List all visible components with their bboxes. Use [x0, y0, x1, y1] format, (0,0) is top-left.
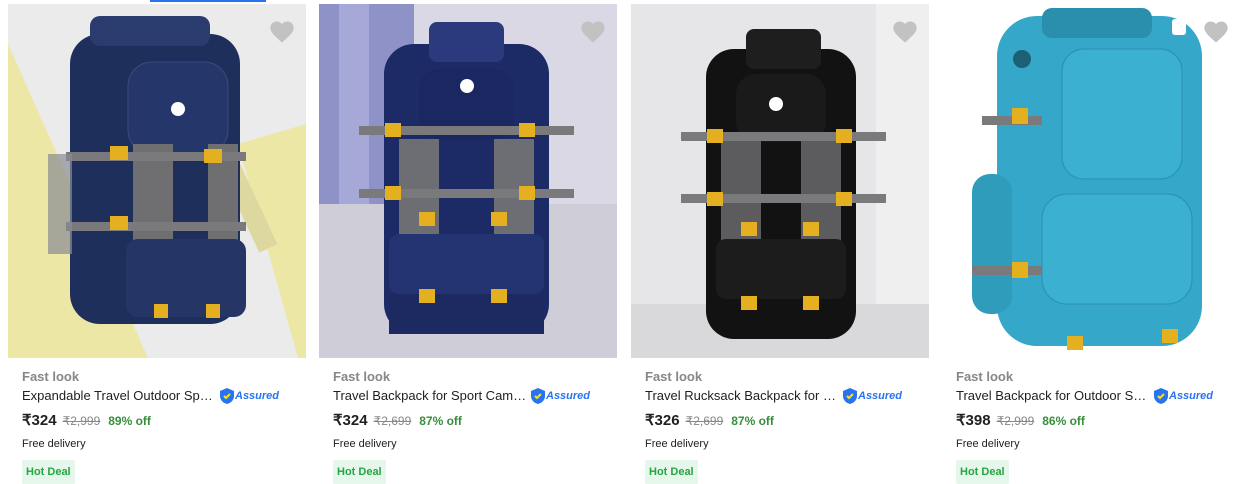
- product-price: ₹324: [333, 412, 368, 429]
- assured-badge: Assured: [1154, 388, 1213, 404]
- product-brand: Fast look: [22, 369, 80, 384]
- product-info: Fast look Travel Backpack for Sport Camp…: [333, 368, 613, 484]
- product-info: Fast look Expandable Travel Outdoor Spor…: [22, 368, 302, 484]
- product-title[interactable]: Travel Backpack for Outdoor Sports Hikin…: [956, 387, 1152, 405]
- assured-shield-icon: [220, 388, 234, 404]
- hot-deal-badge: Hot Deal: [22, 460, 75, 484]
- heart-icon[interactable]: [1202, 18, 1230, 46]
- product-brand: Fast look: [956, 369, 1014, 384]
- product-card[interactable]: Fast look Expandable Travel Outdoor Spor…: [8, 0, 306, 484]
- product-info: Fast look Travel Rucksack Backpack for S…: [645, 368, 925, 484]
- product-brand: Fast look: [645, 369, 703, 384]
- product-brand: Fast look: [333, 369, 391, 384]
- assured-badge: Assured: [843, 388, 902, 404]
- product-title[interactable]: Travel Backpack for Sport Camping Hiking: [333, 387, 529, 405]
- assured-badge: Assured: [531, 388, 590, 404]
- product-card[interactable]: Fast look Travel Rucksack Backpack for S…: [631, 0, 929, 484]
- delivery-label: Free delivery: [22, 438, 86, 450]
- assured-label: Assured: [858, 390, 903, 402]
- heart-icon[interactable]: [891, 18, 919, 46]
- product-info: Fast look Travel Backpack for Outdoor Sp…: [956, 368, 1236, 484]
- product-grid: Fast look Expandable Travel Outdoor Spor…: [0, 0, 1248, 484]
- assured-shield-icon: [531, 388, 545, 404]
- assured-shield-icon: [1154, 388, 1168, 404]
- discount-label: 86% off: [1042, 414, 1085, 428]
- heart-icon[interactable]: [268, 18, 296, 46]
- product-price: ₹326: [645, 412, 680, 429]
- delivery-label: Free delivery: [645, 438, 709, 450]
- hot-deal-badge: Hot Deal: [956, 460, 1009, 484]
- product-title[interactable]: Travel Rucksack Backpack for Sports: [645, 387, 841, 405]
- assured-badge: Assured: [220, 388, 279, 404]
- discount-label: 87% off: [419, 414, 462, 428]
- assured-label: Assured: [1169, 390, 1214, 402]
- assured-shield-icon: [843, 388, 857, 404]
- product-title[interactable]: Expandable Travel Outdoor Sports Backpac…: [22, 387, 218, 405]
- product-mrp: ₹2,999: [996, 414, 1035, 428]
- discount-label: 87% off: [731, 414, 774, 428]
- product-price: ₹398: [956, 412, 991, 429]
- product-mrp: ₹2,699: [373, 414, 412, 428]
- product-mrp: ₹2,699: [685, 414, 724, 428]
- delivery-label: Free delivery: [333, 438, 397, 450]
- product-card[interactable]: Fast look Travel Backpack for Outdoor Sp…: [942, 0, 1240, 484]
- product-image[interactable]: [319, 4, 617, 358]
- heart-icon[interactable]: [579, 18, 607, 46]
- product-image[interactable]: [942, 4, 1240, 358]
- product-image[interactable]: [8, 4, 306, 358]
- hot-deal-badge: Hot Deal: [645, 460, 698, 484]
- product-image[interactable]: [631, 4, 929, 358]
- product-mrp: ₹2,999: [62, 414, 101, 428]
- product-price: ₹324: [22, 412, 57, 429]
- hot-deal-badge: Hot Deal: [333, 460, 386, 484]
- discount-label: 89% off: [108, 414, 151, 428]
- assured-label: Assured: [235, 390, 280, 402]
- assured-label: Assured: [546, 390, 591, 402]
- product-card[interactable]: Fast look Travel Backpack for Sport Camp…: [319, 0, 617, 484]
- delivery-label: Free delivery: [956, 438, 1020, 450]
